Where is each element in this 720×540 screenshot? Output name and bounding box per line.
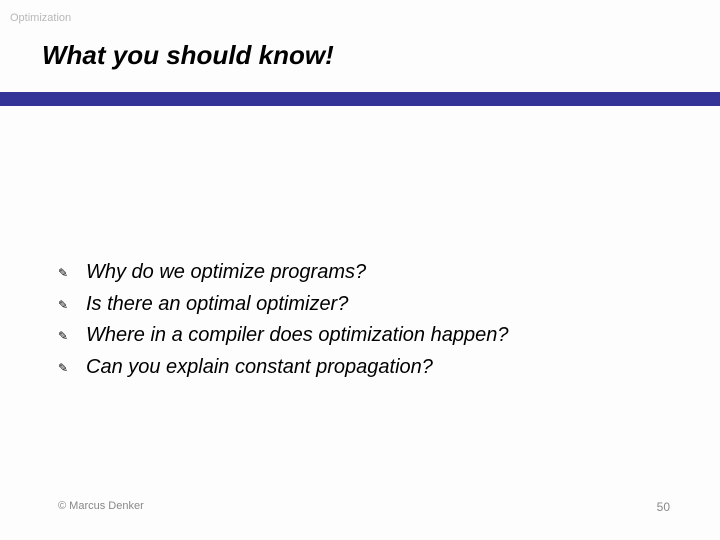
- pencil-icon: ✎: [58, 299, 86, 311]
- list-item: ✎ Why do we optimize programs?: [58, 260, 680, 286]
- bullet-list: ✎ Why do we optimize programs? ✎ Is ther…: [58, 260, 680, 386]
- pencil-icon: ✎: [58, 362, 86, 374]
- slide-title: What you should know!: [42, 40, 334, 71]
- bullet-text: Why do we optimize programs?: [86, 260, 366, 286]
- pencil-icon: ✎: [58, 267, 86, 279]
- bullet-text: Is there an optimal optimizer?: [86, 292, 348, 318]
- bullet-text: Where in a compiler does optimization ha…: [86, 323, 508, 349]
- list-item: ✎ Can you explain constant propagation?: [58, 355, 680, 381]
- slide-topic: Optimization: [10, 12, 71, 24]
- footer-copyright: © Marcus Denker: [58, 500, 144, 512]
- list-item: ✎ Is there an optimal optimizer?: [58, 292, 680, 318]
- page-number: 50: [657, 500, 670, 514]
- list-item: ✎ Where in a compiler does optimization …: [58, 323, 680, 349]
- title-underline-bar: [0, 92, 720, 106]
- bullet-text: Can you explain constant propagation?: [86, 355, 433, 381]
- pencil-icon: ✎: [58, 330, 86, 342]
